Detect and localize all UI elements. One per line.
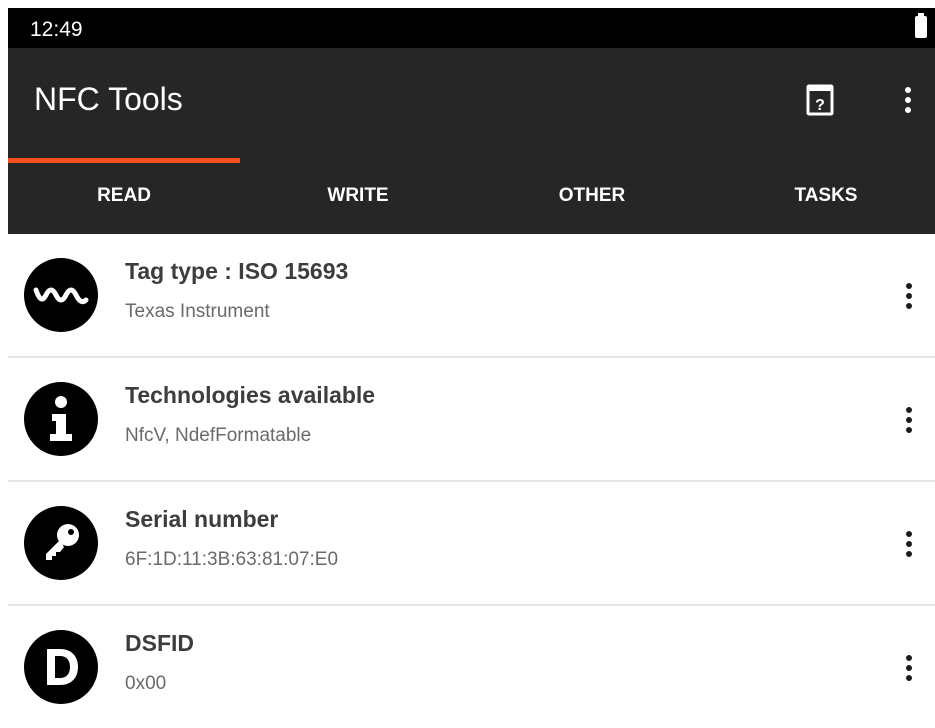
more-vert-icon xyxy=(892,82,924,118)
key-icon xyxy=(24,506,98,580)
status-bar: 12:49 xyxy=(8,8,935,48)
selected-tab-indicator xyxy=(8,158,240,163)
more-vert-icon xyxy=(893,402,925,438)
svg-text:?: ? xyxy=(815,97,825,114)
tab-bar: READ WRITE OTHER TASKS xyxy=(8,158,935,234)
tab-tasks[interactable]: TASKS xyxy=(710,158,935,234)
list-item-title: Serial number xyxy=(125,506,279,532)
row-more-button[interactable] xyxy=(893,526,925,562)
tab-write[interactable]: WRITE xyxy=(242,158,474,234)
top-margin xyxy=(0,0,935,8)
list-item-technologies[interactable]: Technologies available NfcV, NdefFormata… xyxy=(8,358,935,482)
list-item-subtitle: NfcV, NdefFormatable xyxy=(125,425,312,446)
tag-info-list: Tag type : ISO 15693 Texas Instrument Te… xyxy=(8,234,935,728)
list-item-title: Technologies available xyxy=(125,382,376,408)
battery-icon xyxy=(915,13,927,38)
list-item-title: Tag type : ISO 15693 xyxy=(125,258,349,284)
tab-other[interactable]: OTHER xyxy=(476,158,708,234)
more-vert-icon xyxy=(893,526,925,562)
list-item-subtitle: Texas Instrument xyxy=(125,301,270,322)
list-item-subtitle: 6F:1D:11:3B:63:81:07:E0 xyxy=(125,549,339,570)
list-item-tag-type[interactable]: Tag type : ISO 15693 Texas Instrument xyxy=(8,234,935,358)
info-icon xyxy=(24,382,98,456)
status-time: 12:49 xyxy=(30,18,83,41)
app-title: NFC Tools xyxy=(34,81,183,117)
tab-read[interactable]: READ xyxy=(8,158,240,234)
more-vert-icon xyxy=(893,278,925,314)
row-more-button[interactable] xyxy=(893,402,925,438)
list-item-serial-number[interactable]: Serial number 6F:1D:11:3B:63:81:07:E0 xyxy=(8,482,935,606)
waveform-icon xyxy=(24,258,98,332)
more-vert-icon xyxy=(893,650,925,686)
overflow-menu-button[interactable] xyxy=(892,82,924,118)
row-more-button[interactable] xyxy=(893,650,925,686)
app-bar: NFC Tools ? READ WRITE OTHER TASKS xyxy=(8,48,935,234)
help-button[interactable]: ? xyxy=(804,82,836,118)
list-item-dsfid[interactable]: DSFID 0x00 xyxy=(8,606,935,728)
help-book-icon: ? xyxy=(806,84,834,116)
row-more-button[interactable] xyxy=(893,278,925,314)
list-item-subtitle: 0x00 xyxy=(125,673,167,694)
letter-d-icon xyxy=(24,630,98,704)
list-item-title: DSFID xyxy=(125,630,194,656)
